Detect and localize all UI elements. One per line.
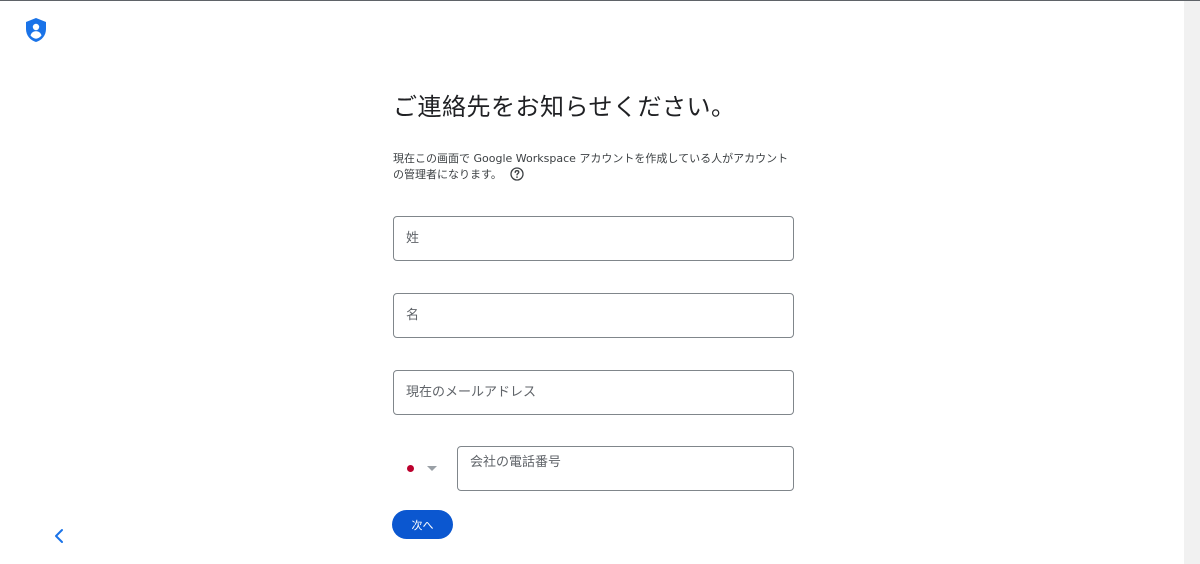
first-name-field[interactable]	[393, 293, 794, 338]
email-field[interactable]	[393, 370, 794, 415]
back-button[interactable]	[50, 526, 68, 546]
page: ご連絡先をお知らせください。 現在この画面で Google Workspace …	[0, 0, 1200, 564]
japan-flag-icon	[407, 465, 414, 472]
country-code-select[interactable]	[393, 446, 457, 491]
next-button[interactable]: 次へ	[392, 510, 453, 539]
last-name-input[interactable]	[394, 217, 793, 260]
phone-row	[393, 446, 794, 491]
last-name-field[interactable]	[393, 216, 794, 261]
admin-shield-icon	[24, 17, 48, 43]
chevron-left-icon	[55, 529, 63, 543]
vertical-scrollbar[interactable]	[1184, 1, 1200, 564]
phone-field[interactable]	[457, 446, 794, 491]
caret-down-icon	[427, 466, 437, 471]
phone-input[interactable]	[458, 447, 793, 490]
first-name-input[interactable]	[394, 294, 793, 337]
help-icon[interactable]	[510, 167, 524, 181]
description-text: 現在この画面で Google Workspace アカウントを作成している人がア…	[393, 151, 794, 183]
description-label: 現在この画面で Google Workspace アカウントを作成している人がア…	[393, 152, 789, 181]
email-input[interactable]	[394, 371, 793, 414]
page-title: ご連絡先をお知らせください。	[393, 93, 736, 121]
